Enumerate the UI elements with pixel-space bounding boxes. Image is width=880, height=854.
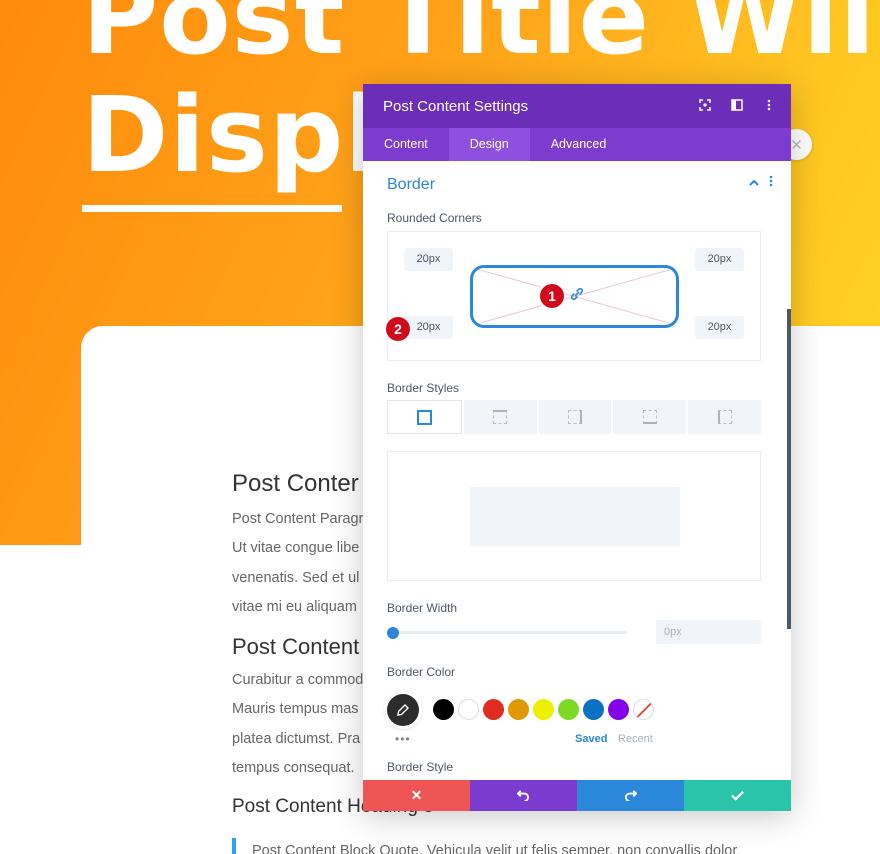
corner-bottom-left-input[interactable]: 20px xyxy=(404,316,453,339)
corner-preview xyxy=(470,265,679,328)
settings-modal: Post Content Settings Content Design Adv… xyxy=(363,84,791,811)
saved-colors-tab[interactable]: Saved xyxy=(575,733,607,745)
article-paragraph-line: Ut vitae congue libe xyxy=(232,540,360,556)
recent-colors-tab[interactable]: Recent xyxy=(618,733,653,745)
corner-top-left-input[interactable]: 20px xyxy=(404,248,453,271)
sidebar-layout-icon[interactable] xyxy=(729,96,745,114)
color-swatch-yellow[interactable] xyxy=(533,699,554,720)
modal-tabs: Content Design Advanced xyxy=(363,128,791,161)
border-width-slider-handle[interactable] xyxy=(387,627,399,639)
modal-scrollbar[interactable] xyxy=(787,309,791,629)
border-style-left[interactable] xyxy=(688,400,761,434)
border-preview-inner xyxy=(470,487,680,546)
border-width-input[interactable]: 0px xyxy=(656,620,761,644)
color-swatch-black[interactable] xyxy=(433,699,454,720)
article-paragraph-line: vitae mi eu aliquam xyxy=(232,599,357,615)
color-swatch-white[interactable] xyxy=(458,699,479,720)
more-vertical-icon[interactable] xyxy=(761,96,777,114)
color-swatch-blue[interactable] xyxy=(583,699,604,720)
article-paragraph-line: Mauris tempus mas xyxy=(232,701,359,717)
border-preview xyxy=(387,451,761,581)
border-width-slider-track[interactable] xyxy=(393,631,627,634)
modal-footer: ✕ xyxy=(363,780,791,811)
border-top-icon xyxy=(493,410,508,424)
border-style-tabs xyxy=(387,400,761,434)
color-swatch-red[interactable] xyxy=(483,699,504,720)
tab-design[interactable]: Design xyxy=(448,128,530,161)
border-all-icon xyxy=(416,409,432,425)
redo-button[interactable] xyxy=(577,780,684,811)
eyedropper-icon[interactable] xyxy=(387,694,419,726)
hero-underline xyxy=(82,205,342,212)
chevron-up-icon[interactable] xyxy=(749,176,759,190)
modal-header: Post Content Settings xyxy=(363,84,791,128)
redo-icon xyxy=(624,788,638,804)
border-bottom-icon xyxy=(642,410,657,424)
no-color-icon[interactable] xyxy=(633,699,654,720)
color-swatch-green[interactable] xyxy=(558,699,579,720)
hero-title-line-1: Post Title Will xyxy=(82,0,880,78)
corner-bottom-right-input[interactable]: 20px xyxy=(695,316,744,339)
article-paragraph-line: Post Content Paragr xyxy=(232,511,364,527)
undo-icon xyxy=(516,788,530,804)
color-swatch-orange[interactable] xyxy=(508,699,529,720)
article-paragraph-line: Curabitur a commod xyxy=(232,672,364,688)
border-style-right[interactable] xyxy=(538,400,612,434)
cancel-button[interactable]: ✕ xyxy=(363,780,470,811)
border-style-all[interactable] xyxy=(387,400,462,434)
blockquote-text: Post Content Block Quote. Vehicula velit… xyxy=(252,843,738,854)
border-left-icon xyxy=(717,410,732,424)
rounded-corners-control: 20px 20px 20px 20px xyxy=(387,231,761,361)
border-style-bottom[interactable] xyxy=(613,400,687,434)
check-icon xyxy=(731,788,744,804)
article-paragraph-line: venenatis. Sed et ul xyxy=(232,570,360,586)
close-icon: ✕ xyxy=(410,787,423,803)
modal-title: Post Content Settings xyxy=(383,97,529,115)
more-colors-icon[interactable]: ••• xyxy=(395,732,411,746)
section-title-border[interactable]: Border xyxy=(387,176,435,194)
border-right-icon xyxy=(567,410,582,424)
corner-top-right-input[interactable]: 20px xyxy=(695,248,744,271)
save-button[interactable] xyxy=(684,780,791,811)
border-color-label: Border Color xyxy=(387,665,456,679)
fullscreen-icon[interactable] xyxy=(697,96,713,114)
border-width-label: Border Width xyxy=(387,601,458,615)
step-badge-2: 2 xyxy=(386,317,410,341)
border-style-top[interactable] xyxy=(463,400,537,434)
color-swatch-purple[interactable] xyxy=(608,699,629,720)
modal-header-actions xyxy=(697,96,777,114)
blockquote-bar xyxy=(232,838,236,854)
link-icon[interactable] xyxy=(569,286,585,307)
article-heading-1: Post Conter xyxy=(232,470,359,497)
section-more-icon[interactable] xyxy=(769,174,773,190)
border-style-label: Border Style xyxy=(387,760,454,774)
rounded-corners-label: Rounded Corners xyxy=(387,211,482,225)
step-badge-1: 1 xyxy=(540,284,564,308)
tab-content[interactable]: Content xyxy=(363,128,449,161)
article-paragraph-line: platea dictumst. Pra xyxy=(232,731,361,747)
article-paragraph-line: tempus consequat. xyxy=(232,760,355,776)
undo-button[interactable] xyxy=(470,780,577,811)
article-heading-2: Post Content xyxy=(232,634,360,659)
tab-advanced[interactable]: Advanced xyxy=(530,128,628,161)
border-styles-label: Border Styles xyxy=(387,381,460,395)
